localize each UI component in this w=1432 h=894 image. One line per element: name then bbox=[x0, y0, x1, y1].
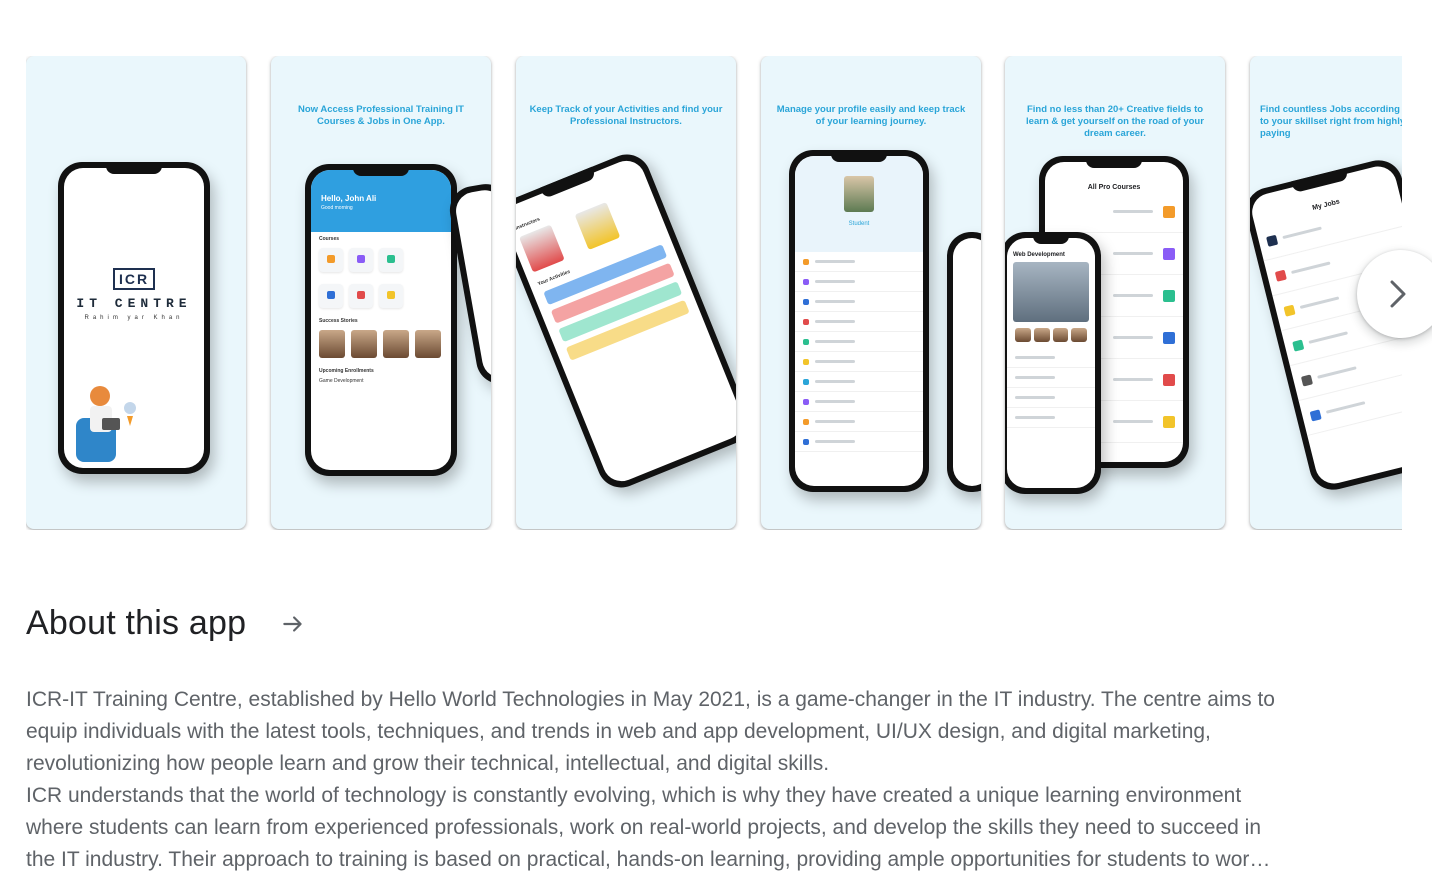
about-arrow-button[interactable] bbox=[280, 611, 306, 637]
logo-name: IT CENTRE bbox=[76, 296, 192, 311]
success-avatars bbox=[311, 324, 451, 364]
upcoming-enrollments-heading: Upcoming Enrollments bbox=[319, 368, 374, 374]
description-line: where students can learn from experience… bbox=[26, 816, 1262, 839]
profile-label: Student bbox=[848, 221, 870, 227]
course-tiles-row2 bbox=[311, 278, 451, 314]
phone-mockup: Hello, John Ali Good morning Courses Suc… bbox=[305, 164, 457, 476]
screenshot-4[interactable]: Manage your profile easily and keep trac… bbox=[761, 56, 981, 529]
phone-mockup: ICR IT CENTRE Rahim yar Khan bbox=[58, 162, 210, 474]
screenshot-2[interactable]: Now Access Professional Training IT Cour… bbox=[271, 56, 491, 529]
success-stories-heading: Success Stories bbox=[319, 318, 358, 324]
screenshot-caption: Now Access Professional Training IT Cour… bbox=[298, 104, 464, 127]
screenshot-caption: Find countless Jobs according to your sk… bbox=[1260, 104, 1402, 139]
course-photo bbox=[1013, 262, 1089, 322]
character-illustration bbox=[76, 386, 136, 462]
screenshot-caption: Manage your profile easily and keep trac… bbox=[776, 104, 966, 127]
courses-heading: Courses bbox=[319, 236, 340, 242]
logo-subtitle: Rahim yar Khan bbox=[84, 315, 184, 321]
chevron-right-icon bbox=[1390, 280, 1406, 308]
about-title: About this app bbox=[26, 604, 247, 642]
course-tiles bbox=[311, 242, 451, 278]
greeting-header: Hello, John Ali Good morning bbox=[311, 170, 451, 232]
about-section-header[interactable]: About this app bbox=[26, 604, 306, 643]
logo-mark: ICR bbox=[112, 268, 156, 290]
description-line: revolutionizing how people learn and gro… bbox=[26, 752, 830, 775]
greeting-text: Hello, John Ali bbox=[321, 194, 377, 203]
phone-mockup-front: Web Development bbox=[1005, 232, 1101, 494]
enrollment-item: Game Development bbox=[319, 378, 364, 384]
screenshot-5[interactable]: Find no less than 20+ Creative fields to… bbox=[1005, 56, 1225, 529]
app-description: ICR-IT Training Centre, established by H… bbox=[26, 684, 1406, 876]
phone-mockup: Instructors Your Activities bbox=[516, 147, 736, 495]
description-line: ICR understands that the world of techno… bbox=[26, 784, 1242, 807]
profile-header: Student bbox=[795, 156, 923, 252]
app-logo: ICR IT CENTRE Rahim yar Khan bbox=[64, 268, 204, 321]
phone-mockup-back bbox=[947, 232, 981, 492]
phone-mockup: Student bbox=[789, 150, 929, 492]
screenshot-3[interactable]: Keep Track of your Activities and find y… bbox=[516, 56, 736, 529]
description-line: equip individuals with the latest tools,… bbox=[26, 720, 1211, 743]
screenshot-caption: Keep Track of your Activities and find y… bbox=[529, 104, 723, 127]
screenshot-1[interactable]: ICR IT CENTRE Rahim yar Khan bbox=[26, 56, 246, 529]
description-line: the IT industry. Their approach to train… bbox=[26, 848, 1271, 871]
description-line: ICR-IT Training Centre, established by H… bbox=[26, 688, 1275, 711]
arrow-right-icon bbox=[283, 615, 302, 632]
greeting-subtext: Good morning bbox=[321, 205, 353, 211]
screenshot-carousel[interactable]: ICR IT CENTRE Rahim yar Khan Now Access … bbox=[26, 56, 1402, 530]
screenshot-caption: Find no less than 20+ Creative fields to… bbox=[1026, 104, 1204, 139]
